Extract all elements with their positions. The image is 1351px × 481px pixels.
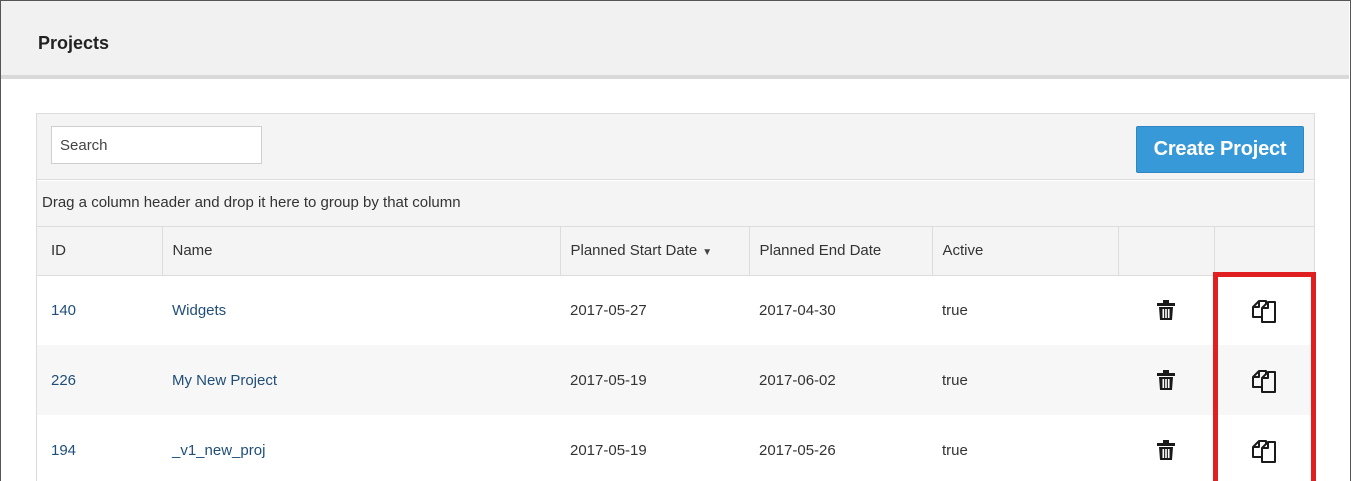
column-header-delete	[1117, 227, 1214, 276]
cell-active: true	[942, 441, 968, 459]
cell-planned-end-date: 2017-04-30	[759, 301, 836, 319]
cell-planned-start-date: 2017-05-19	[560, 345, 749, 415]
column-header-copy	[1213, 227, 1314, 276]
create-project-button[interactable]: Create Project	[1136, 126, 1304, 173]
cell-delete	[1118, 345, 1214, 415]
column-header-name[interactable]: Name	[161, 227, 560, 276]
cell-copy	[1214, 275, 1314, 345]
cell-name[interactable]: Widgets	[162, 275, 560, 345]
copy-icon[interactable]	[1250, 436, 1278, 464]
cell-planned-start-date: 2017-05-19	[570, 441, 647, 459]
cell-planned-start-date: 2017-05-27	[570, 301, 647, 319]
table-row[interactable]: 226 My New Project 2017-05-19 2017-06-02…	[37, 345, 1314, 415]
cell-delete	[1118, 415, 1214, 481]
column-header-label: Planned End Date	[759, 242, 882, 260]
column-header-label: Active	[942, 242, 984, 260]
cell-id: 140	[51, 301, 77, 319]
column-header-label: ID	[51, 242, 66, 260]
page-title: Projects	[38, 33, 110, 53]
table-row[interactable]: 194 _v1_new_proj 2017-05-19 2017-05-26 t…	[37, 415, 1314, 481]
projects-table: ID Name Planned Start Date ▼ Planned End …	[37, 227, 1314, 481]
copy-icon[interactable]	[1250, 296, 1278, 324]
cell-active: true	[932, 345, 1118, 415]
search-input[interactable]	[51, 126, 262, 164]
projects-grid: Create Project Drag a column header and …	[36, 113, 1315, 481]
cell-planned-end-date: 2017-05-26	[759, 441, 836, 459]
group-hint-text: Drag a column header and drop it here to…	[42, 194, 461, 211]
cell-active: true	[942, 301, 968, 319]
column-header-planned-start-date[interactable]: Planned Start Date ▼	[559, 227, 749, 276]
table-row[interactable]: 140 Widgets 2017-05-27 2017-04-30 true	[37, 275, 1314, 345]
cell-planned-end-date: 2017-06-02	[749, 345, 932, 415]
sort-desc-icon[interactable]: ▼	[702, 247, 712, 258]
cell-name[interactable]: _v1_new_proj	[162, 415, 560, 481]
column-header-active[interactable]: Active	[931, 227, 1118, 276]
cell-delete	[1118, 275, 1214, 345]
table-header-row: ID Name Planned Start Date ▼ Planned End …	[37, 227, 1314, 276]
cell-id: 194	[51, 441, 77, 459]
group-by-drop-area[interactable]: Drag a column header and drop it here to…	[37, 181, 1314, 227]
trash-icon[interactable]	[1157, 370, 1175, 390]
trash-icon[interactable]	[1157, 300, 1175, 321]
cell-name[interactable]: My New Project	[162, 345, 560, 415]
column-header-id[interactable]: ID	[37, 227, 162, 276]
column-header-label: Name	[172, 242, 213, 260]
cell-copy	[1214, 415, 1314, 481]
cell-id: 226	[37, 345, 162, 415]
trash-icon[interactable]	[1157, 440, 1175, 460]
copy-icon[interactable]	[1250, 366, 1278, 394]
grid-toolbar: Create Project	[37, 114, 1314, 180]
column-header-planned-end-date[interactable]: Planned End Date	[748, 227, 932, 276]
column-header-label: Planned Start Date	[570, 242, 698, 260]
cell-copy	[1214, 345, 1314, 415]
page-header: Projects	[1, 1, 1349, 79]
